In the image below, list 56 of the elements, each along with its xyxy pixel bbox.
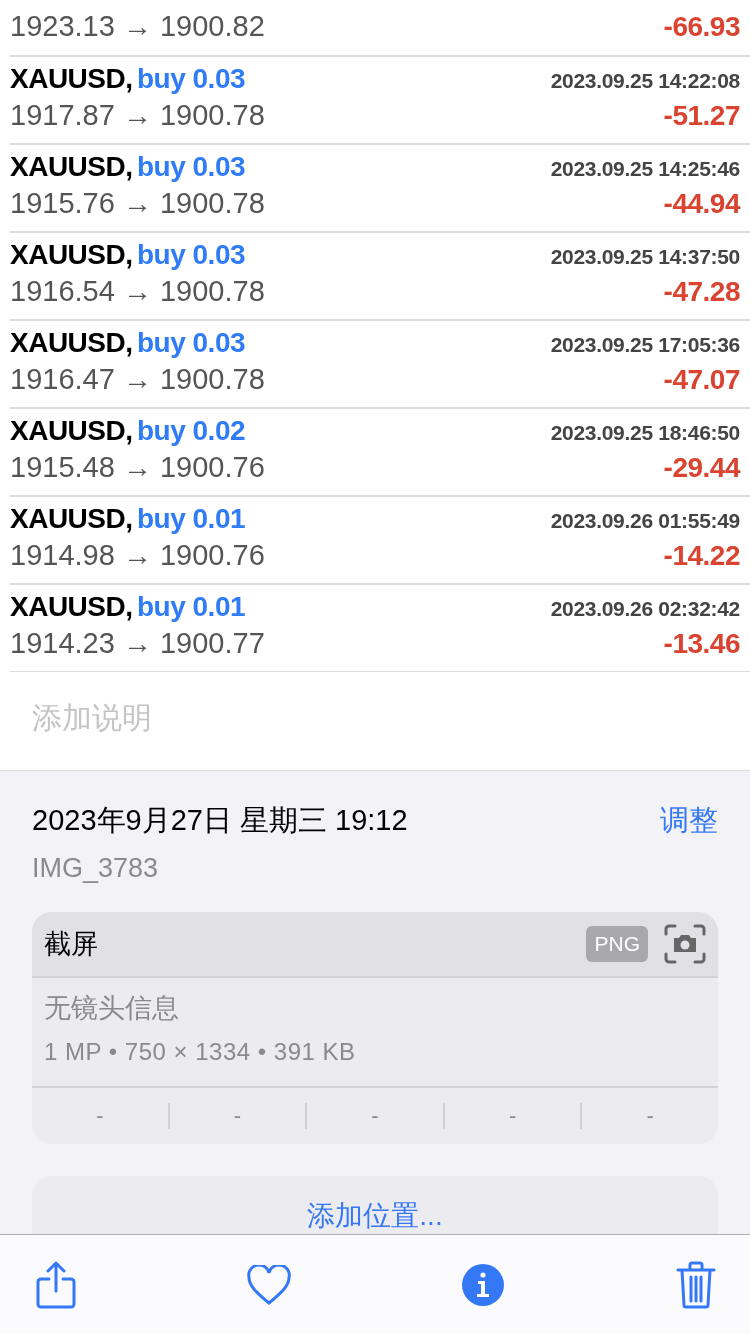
exif-value: - <box>442 1103 581 1129</box>
trade-symbol: XAUUSD, <box>10 239 133 270</box>
trade-prices: 1916.47 → 1900.78 <box>10 363 265 396</box>
trade-time: 2023.09.25 17:05:36 <box>550 333 740 357</box>
trade-symbol: XAUUSD, <box>10 415 133 446</box>
exif-value: - <box>167 1103 306 1129</box>
trade-profit: -47.07 <box>663 364 740 396</box>
trade-time: 2023.09.25 14:37:50 <box>550 245 740 269</box>
format-badge: PNG <box>586 926 648 962</box>
trade-symbol: XAUUSD, <box>10 591 133 622</box>
trade-symbol: XAUUSD, <box>10 327 133 358</box>
trade-profit: -47.28 <box>663 276 740 308</box>
trash-icon[interactable] <box>675 1260 716 1309</box>
image-specs: 1 MP • 750 × 1334 • 391 KB <box>44 1038 357 1066</box>
trade-time: 2023.09.25 14:25:46 <box>550 157 740 181</box>
trade-profit: -14.22 <box>663 540 740 572</box>
trade-time: 2023.09.25 14:22:08 <box>550 69 740 93</box>
adjust-button[interactable]: 调整 <box>660 801 718 841</box>
trade-profit: -29.44 <box>663 452 740 484</box>
trade-profit: -13.46 <box>663 628 740 660</box>
trade-order: buy 0.03 <box>136 63 246 94</box>
trade-profit: -51.27 <box>663 100 740 132</box>
trade-prices: 1916.54 → 1900.78 <box>10 275 265 308</box>
heart-icon[interactable] <box>246 1264 291 1305</box>
exif-value: - <box>305 1103 443 1129</box>
trade-time: 2023.09.26 01:55:49 <box>550 509 740 533</box>
photo-date: 2023年9月27日 星期三 19:12 <box>32 803 408 838</box>
share-icon[interactable] <box>36 1260 76 1309</box>
trade-order: buy 0.01 <box>136 503 246 534</box>
trade-symbol: XAUUSD, <box>10 503 133 534</box>
trade-profit: -66.93 <box>663 11 740 43</box>
trade-time: 2023.09.25 18:46:50 <box>550 421 740 445</box>
info-icon[interactable] <box>461 1262 506 1307</box>
trade-prices: 1915.48 → 1900.76 <box>10 451 265 484</box>
trade-order: buy 0.02 <box>136 415 246 446</box>
trade-prices: 1917.87 → 1900.78 <box>10 99 265 132</box>
camera-icon <box>664 924 706 964</box>
card-title: 截屏 <box>44 928 99 961</box>
trade-order: buy 0.03 <box>136 239 246 270</box>
lens-info: 无镜头信息 <box>44 992 180 1025</box>
caption-field[interactable]: 添加说明 <box>32 701 332 735</box>
trade-prices: 1914.23 → 1900.77 <box>10 627 265 660</box>
trade-prices: 1923.13 → 1900.82 <box>10 10 265 43</box>
trade-prices: 1914.98 → 1900.76 <box>10 539 265 572</box>
trade-prices: 1915.76 → 1900.78 <box>10 187 265 220</box>
trade-order: buy 0.01 <box>136 591 246 622</box>
file-name: IMG_3783 <box>32 853 160 884</box>
exif-value: - <box>95 1103 105 1129</box>
trade-symbol: XAUUSD, <box>10 63 133 94</box>
trade-order: buy 0.03 <box>136 151 246 182</box>
trade-profit: -44.94 <box>663 188 740 220</box>
trade-order: buy 0.03 <box>136 327 246 358</box>
exif-value: - <box>580 1103 718 1129</box>
add-location-button[interactable]: 添加位置... <box>307 1196 443 1236</box>
trade-time: 2023.09.26 02:32:42 <box>550 597 740 621</box>
trade-symbol: XAUUSD, <box>10 151 133 182</box>
